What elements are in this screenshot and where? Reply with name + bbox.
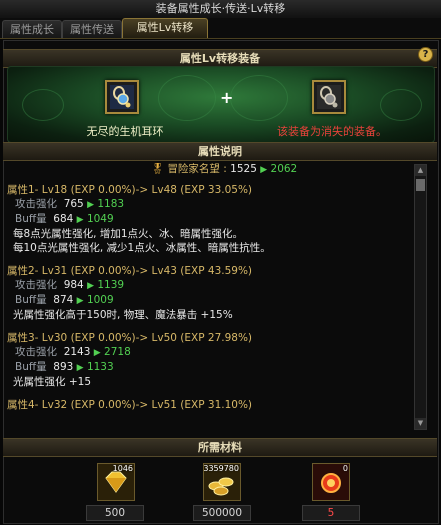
attribute-note: 每10点光属性强化, 减少1点火、冰属性、暗属性抗性。 bbox=[13, 242, 271, 254]
material-required: 500000 bbox=[193, 505, 251, 521]
source-item-name: 无尽的生机耳环 bbox=[86, 125, 164, 138]
target-item-warning: 该装备为消失的装备。 bbox=[277, 125, 387, 138]
increase-arrow-icon: ▶ bbox=[76, 363, 84, 373]
increase-arrow-icon: ▶ bbox=[87, 200, 94, 210]
help-icon[interactable]: ? bbox=[418, 47, 433, 62]
stat-label: Buff量 bbox=[15, 294, 47, 306]
stat-row: 攻击强化 765 ▶ 1183 bbox=[7, 197, 411, 212]
stat-from: 2143 bbox=[63, 346, 91, 358]
tab-attribute-lv-move[interactable]: 属性Lv转移 bbox=[122, 18, 208, 38]
material-slot-gold[interactable]: 1046 bbox=[97, 463, 135, 501]
increase-arrow-icon: ▶ bbox=[93, 348, 101, 358]
description-scrollbar[interactable]: ▲ ▼ bbox=[414, 164, 427, 430]
material-required: 5 bbox=[302, 505, 360, 521]
stat-row: Buff量 893 ▶ 1133 bbox=[7, 360, 411, 375]
stat-label: Buff量 bbox=[15, 213, 47, 225]
attribute-note: 每8点光属性强化, 增加1点火、冰、暗属性强化。 bbox=[13, 228, 244, 240]
material-slot-orb[interactable]: 0 bbox=[312, 463, 350, 501]
description-section-header: 属性说明 bbox=[3, 142, 437, 161]
fame-from: 1525 bbox=[230, 163, 257, 175]
attribute-note: 光属性强化 +15 bbox=[13, 376, 91, 388]
fame-to: 2062 bbox=[270, 163, 298, 175]
attribute-2-title: 属性2- Lv31 (EXP 0.00%)-> Lv43 (EXP 43.59%… bbox=[7, 265, 253, 277]
stat-label: 攻击强化 bbox=[15, 198, 57, 210]
fame-medal-icon: 🎖 bbox=[150, 163, 165, 175]
stat-from: 765 bbox=[63, 198, 84, 210]
ornament-far-right bbox=[380, 89, 422, 121]
stat-label: Buff量 bbox=[15, 361, 47, 373]
window-title: 装备属性成长·传送·Lv转移 bbox=[0, 0, 441, 19]
increase-arrow-icon: ▶ bbox=[76, 215, 84, 225]
ornament-far-left bbox=[22, 89, 64, 121]
stat-row: 攻击强化 984 ▶ 1139 bbox=[7, 278, 411, 293]
stat-to: 1133 bbox=[86, 361, 114, 373]
plus-sign: + bbox=[220, 88, 234, 107]
tab-bar: 属性成长 属性传送 属性Lv转移 bbox=[0, 18, 441, 39]
adventure-fame-row: 🎖 冒险家名望 : 1525 ▶ 2062 bbox=[37, 162, 411, 177]
materials-section-header: 所需材料 bbox=[3, 438, 437, 457]
scroll-thumb[interactable] bbox=[416, 179, 425, 191]
tab-attribute-transfer[interactable]: 属性传送 bbox=[62, 20, 122, 38]
stat-to: 1183 bbox=[97, 198, 125, 210]
stat-to: 1139 bbox=[97, 279, 125, 291]
stat-row: Buff量 684 ▶ 1049 bbox=[7, 212, 411, 227]
stat-to: 1049 bbox=[86, 213, 114, 225]
tab-attribute-growth[interactable]: 属性成长 bbox=[2, 20, 62, 38]
stat-label: 攻击强化 bbox=[15, 346, 57, 358]
stat-from: 874 bbox=[53, 294, 74, 306]
stat-from: 684 bbox=[53, 213, 74, 225]
increase-arrow-icon: ▶ bbox=[260, 165, 268, 175]
material-stock: 1046 bbox=[112, 464, 133, 473]
material-slot-coins[interactable]: 3359780 bbox=[203, 463, 241, 501]
attribute-3-title: 属性3- Lv30 (EXP 0.00%)-> Lv50 (EXP 27.98%… bbox=[7, 332, 253, 344]
earring-icon-faded bbox=[317, 85, 341, 109]
ornament-right bbox=[230, 75, 288, 121]
material-stock: 3359780 bbox=[203, 464, 239, 473]
stat-from: 893 bbox=[53, 361, 74, 373]
increase-arrow-icon: ▶ bbox=[76, 296, 84, 306]
stat-to: 1009 bbox=[86, 294, 114, 306]
ornament-left bbox=[158, 75, 216, 121]
stat-from: 984 bbox=[63, 279, 84, 291]
attribute-description-list: 🎖 冒险家名望 : 1525 ▶ 2062 属性1- Lv18 (EXP 0.0… bbox=[7, 162, 411, 428]
scroll-down-icon[interactable]: ▼ bbox=[415, 418, 426, 429]
increase-arrow-icon: ▶ bbox=[87, 281, 94, 291]
stat-to: 2718 bbox=[104, 346, 131, 358]
stat-label: 攻击强化 bbox=[15, 279, 57, 291]
attribute-note: 光属性强化高于150时, 物理、魔法暴击 +15% bbox=[13, 309, 233, 321]
material-stock: 0 bbox=[342, 464, 348, 473]
stat-row: 攻击强化 2143 ▶ 2718 bbox=[7, 345, 411, 360]
attribute-4-title: 属性4- Lv32 (EXP 0.00%)-> Lv51 (EXP 31.10%… bbox=[7, 399, 253, 411]
fame-label: 冒险家名望 : bbox=[167, 163, 227, 175]
earring-icon bbox=[110, 85, 134, 109]
target-item-slot[interactable] bbox=[312, 80, 346, 114]
stat-row: Buff量 874 ▶ 1009 bbox=[7, 293, 411, 308]
scroll-up-icon[interactable]: ▲ bbox=[415, 165, 426, 176]
attribute-1-title: 属性1- Lv18 (EXP 0.00%)-> Lv48 (EXP 33.05%… bbox=[7, 184, 253, 196]
material-required: 500 bbox=[86, 505, 144, 521]
source-item-slot[interactable] bbox=[105, 80, 139, 114]
